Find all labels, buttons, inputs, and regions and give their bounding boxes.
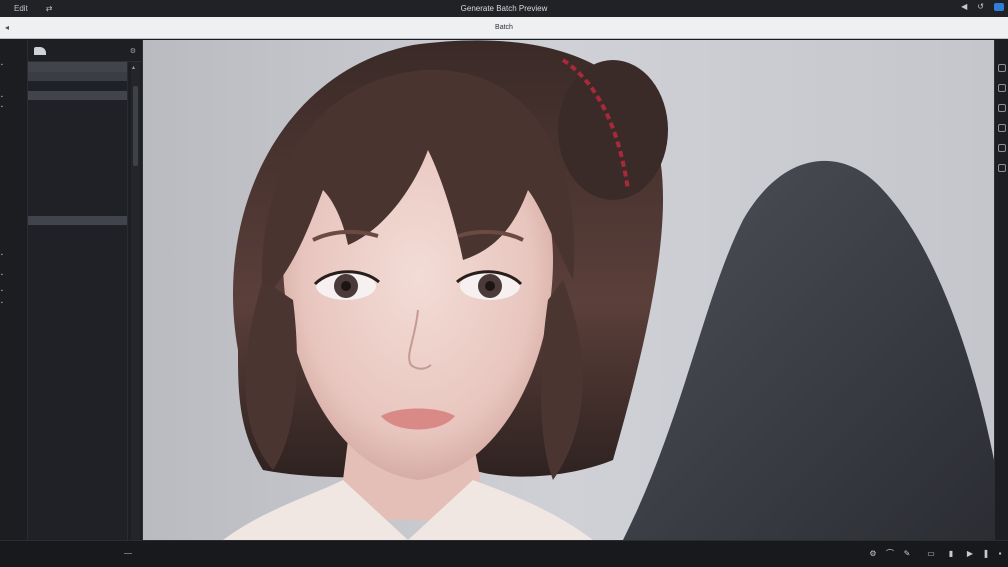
list-item[interactable]	[28, 417, 127, 427]
layers-icon[interactable]	[998, 164, 1006, 172]
divider	[124, 553, 132, 554]
strip-marker: ▪	[1, 94, 3, 100]
menu-icon[interactable]: ⇄	[46, 4, 53, 13]
list-item[interactable]	[28, 168, 127, 178]
pause-icon[interactable]: ❚	[981, 549, 991, 559]
list-item[interactable]	[28, 187, 127, 197]
menu-item-edit[interactable]: Edit	[14, 4, 28, 13]
refresh-icon[interactable]: ↺	[977, 2, 984, 11]
menu-bar: Edit ⇄ Generate Batch Preview ◀ ↺	[0, 0, 1008, 17]
pupil-left	[341, 281, 351, 291]
window-title: Generate Batch Preview	[460, 4, 548, 13]
file-tree[interactable]	[28, 62, 128, 540]
address-bar: ◂ Batch	[0, 17, 1008, 39]
list-item[interactable]	[28, 283, 127, 293]
status-bar: ⚙ ⌒ ✎ ▭ ▮ ▶ ❚ ▪	[0, 540, 1008, 567]
curve-icon[interactable]: ⌒	[885, 549, 895, 559]
list-item[interactable]	[28, 177, 127, 187]
phone-icon[interactable]: ▮	[946, 549, 956, 559]
file-panel: ⚙ ▴	[28, 40, 143, 540]
pupil-right	[485, 281, 495, 291]
list-item[interactable]	[28, 388, 127, 398]
list-item[interactable]	[28, 81, 127, 91]
list-item[interactable]	[28, 158, 127, 168]
status-badge[interactable]	[994, 2, 1004, 11]
list-item[interactable]	[28, 148, 127, 158]
list-item[interactable]	[28, 235, 127, 245]
list-item[interactable]	[28, 263, 127, 273]
strip-marker: ▪	[1, 62, 3, 68]
list-item[interactable]	[28, 340, 127, 350]
list-item[interactable]	[28, 225, 127, 235]
window-controls: ◀ ↺	[961, 2, 1004, 11]
list-item[interactable]	[28, 206, 127, 216]
list-item[interactable]	[28, 90, 127, 101]
pen-icon[interactable]: ✎	[902, 549, 912, 559]
address-label[interactable]: Batch	[0, 24, 1008, 31]
play-icon[interactable]: ▶	[965, 549, 975, 559]
list-item[interactable]	[28, 369, 127, 379]
list-item[interactable]	[28, 311, 127, 321]
list-item[interactable]	[28, 196, 127, 206]
hand-icon[interactable]	[998, 84, 1006, 92]
image-canvas[interactable]	[143, 40, 994, 540]
list-item[interactable]	[28, 350, 127, 360]
panel-scrollbar[interactable]: ▴	[131, 62, 140, 540]
gear-icon[interactable]: ⚙	[868, 549, 878, 559]
strip-marker: ▪	[1, 272, 3, 278]
nav-back-icon[interactable]: ◂	[5, 23, 9, 32]
hair-bun	[558, 60, 668, 200]
list-item[interactable]	[28, 379, 127, 389]
list-item[interactable]	[28, 427, 127, 437]
back-icon[interactable]: ◀	[961, 2, 967, 11]
frame-icon[interactable]: ▭	[926, 549, 936, 559]
right-toolbar	[994, 40, 1008, 540]
strip-marker: ▪	[1, 288, 3, 294]
list-item[interactable]	[28, 120, 127, 130]
list-item[interactable]	[28, 407, 127, 417]
menu-list: Edit ⇄	[0, 4, 53, 13]
list-item[interactable]	[28, 110, 127, 120]
list-item[interactable]	[28, 273, 127, 283]
grid-icon[interactable]: ▪	[995, 549, 1005, 559]
folder-icon[interactable]	[34, 46, 46, 55]
strip-marker: ▪	[1, 252, 3, 258]
list-item[interactable]	[28, 100, 127, 110]
strip-marker: ▪	[1, 104, 3, 110]
crop-icon[interactable]	[998, 104, 1006, 112]
panel-header: ⚙	[28, 40, 142, 62]
list-item[interactable]	[28, 139, 127, 149]
list-item[interactable]	[28, 129, 127, 139]
settings-icon[interactable]: ⚙	[130, 47, 136, 55]
strip-marker: ▪	[1, 300, 3, 306]
list-item[interactable]	[28, 71, 127, 82]
list-item[interactable]	[28, 321, 127, 331]
zoom-icon[interactable]	[998, 64, 1006, 72]
list-item[interactable]	[28, 302, 127, 312]
scroll-thumb[interactable]	[133, 86, 138, 166]
list-item[interactable]	[28, 62, 127, 72]
scroll-up-icon[interactable]: ▴	[132, 64, 135, 71]
list-item[interactable]	[28, 254, 127, 264]
eraser-icon[interactable]	[998, 144, 1006, 152]
list-item[interactable]	[28, 398, 127, 408]
list-item[interactable]	[28, 331, 127, 341]
list-item[interactable]	[28, 359, 127, 369]
list-item[interactable]	[28, 215, 127, 226]
portrait-image	[143, 40, 994, 540]
left-strip: ▪ ▪ ▪ ▪ ▪ ▪ ▪	[0, 40, 28, 540]
list-item[interactable]	[28, 244, 127, 254]
list-item[interactable]	[28, 292, 127, 302]
brush-icon[interactable]	[998, 124, 1006, 132]
list-item[interactable]	[28, 436, 127, 446]
